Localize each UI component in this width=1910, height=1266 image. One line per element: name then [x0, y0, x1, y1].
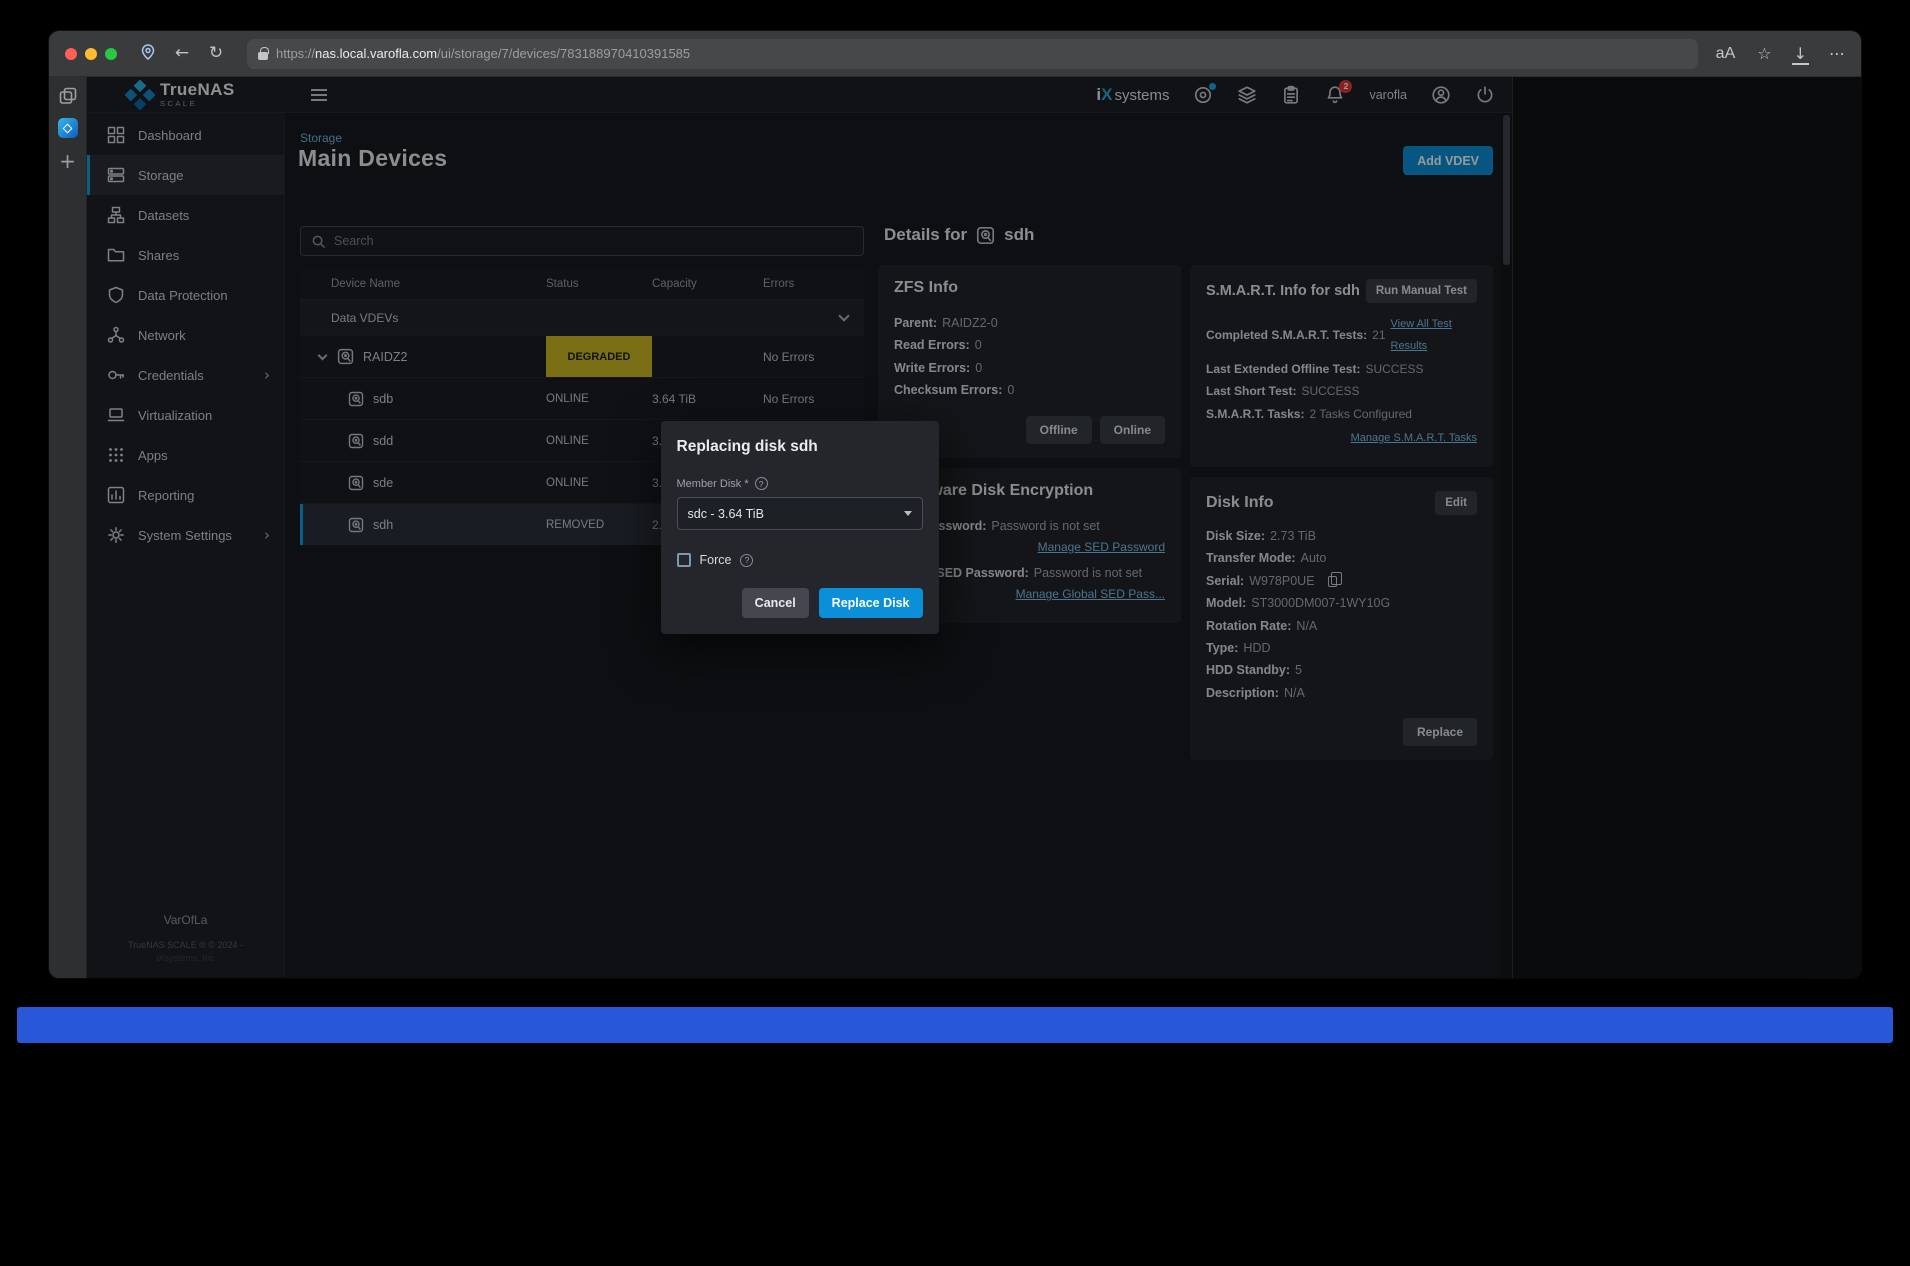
- cancel-button[interactable]: Cancel: [741, 588, 809, 618]
- dropdown-caret-icon: [903, 511, 912, 516]
- browser-side-area: [1512, 77, 1861, 978]
- force-option-row: Force ?: [676, 553, 923, 567]
- reload-button[interactable]: ↻: [203, 45, 229, 62]
- modal-backdrop: Replacing disk sdh Member Disk * ? sdc -…: [87, 77, 1512, 978]
- downloads-button[interactable]: ↓: [1791, 44, 1810, 65]
- url-scheme: https://: [276, 46, 316, 61]
- minimize-button[interactable]: [85, 47, 97, 60]
- back-button[interactable]: ←: [169, 45, 195, 62]
- browser-tab-strip: +: [49, 77, 87, 978]
- dialog-title: Replacing disk sdh: [676, 438, 818, 455]
- lock-icon: [258, 46, 269, 60]
- force-checkbox[interactable]: [676, 553, 691, 567]
- close-button[interactable]: [65, 47, 77, 60]
- selected-option: sdc - 3.64 TiB: [687, 506, 764, 521]
- member-disk-label: Member Disk * ?: [677, 477, 923, 490]
- force-label: Force: [699, 553, 732, 567]
- field-label-text: Member Disk *: [676, 477, 749, 490]
- url-domain: nas.local.varofla.com: [315, 46, 438, 61]
- bookmark-star-button[interactable]: ☆: [1757, 44, 1771, 63]
- more-options-button[interactable]: ⋯: [1829, 44, 1845, 63]
- browser-window: ← ↻ https://nas.local.varofla.com/ui/sto…: [49, 31, 1861, 978]
- toolbar-actions: aA ☆ ↓ ⋯: [1716, 44, 1845, 65]
- url-bar[interactable]: https://nas.local.varofla.com/ui/storage…: [247, 38, 1698, 69]
- truenas-app: TrueNAS SCALE iX systems 2 varofla Dashb…: [87, 77, 1512, 978]
- truenas-favicon-mark: [62, 123, 73, 133]
- zoom-button[interactable]: [105, 47, 117, 60]
- url-path: /ui/storage/7/devices/783188970410391585: [437, 46, 691, 61]
- page-url: https://nas.local.varofla.com/ui/storage…: [276, 46, 690, 61]
- member-disk-select[interactable]: sdc - 3.64 TiB: [676, 497, 923, 530]
- browser-toolbar: ← ↻ https://nas.local.varofla.com/ui/sto…: [49, 31, 1861, 77]
- window-controls: [65, 47, 117, 60]
- help-icon[interactable]: ?: [754, 477, 768, 490]
- pinned-tab-favicon[interactable]: [57, 118, 78, 138]
- desktop-accent-strip: [17, 1007, 1893, 1043]
- new-tab-button[interactable]: +: [59, 151, 76, 171]
- tab-overview-icon[interactable]: [59, 87, 77, 105]
- replace-disk-button[interactable]: Replace Disk: [818, 588, 923, 618]
- replace-disk-dialog: Replacing disk sdh Member Disk * ? sdc -…: [660, 421, 939, 634]
- location-pin-icon[interactable]: [135, 43, 161, 64]
- help-icon[interactable]: ?: [740, 553, 754, 567]
- text-size-button[interactable]: aA: [1716, 45, 1736, 63]
